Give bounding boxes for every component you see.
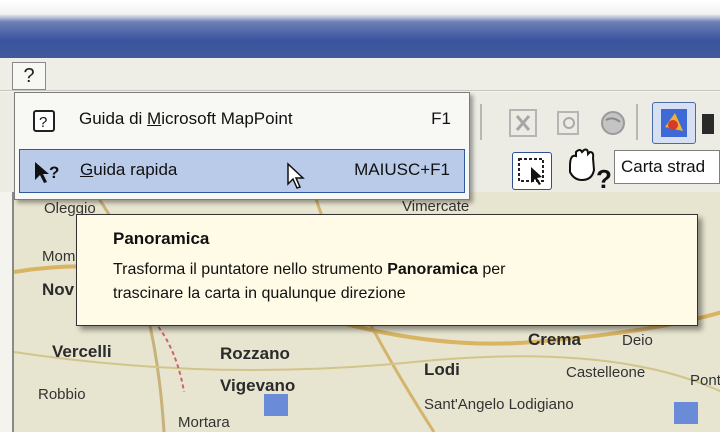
help-menu-button[interactable]: ?: [12, 62, 46, 90]
menu-item-mappoint-help[interactable]: ? Guida di Microsoft MapPoint F1: [19, 99, 465, 143]
map-place-label: Sant'Angelo Lodigiano: [424, 396, 574, 413]
tooltip-title: Panoramica: [113, 229, 210, 248]
window-title-bar: [0, 0, 720, 58]
map-place-label: Vigevano: [220, 376, 296, 395]
menu-item-shortcut: MAIUSC+F1: [354, 160, 450, 179]
mappoint-icon[interactable]: [652, 102, 696, 144]
map-place-label: Crema: [528, 330, 581, 349]
svg-text:?: ?: [39, 114, 47, 131]
toolbar-separator: [636, 104, 638, 140]
tooltip-panoramica: Panoramica Trasforma il puntatore nello …: [76, 214, 698, 326]
select-tool-icon[interactable]: [512, 152, 552, 190]
tooltip-line-2: trascinare la carta in qualunque direzio…: [113, 285, 406, 302]
map-place-label: Mortara: [178, 414, 230, 431]
copy-icon[interactable]: [552, 106, 586, 140]
help-menu-dropdown: ? Guida di Microsoft MapPoint F1 ? Guida…: [14, 92, 470, 200]
svg-text:?: ?: [49, 163, 59, 182]
map-place-label: Mom: [42, 248, 76, 265]
globe-icon[interactable]: [596, 106, 630, 140]
whats-this-icon: ?: [32, 160, 60, 186]
svg-text:?: ?: [596, 164, 612, 192]
map-place-label: Vercelli: [52, 342, 112, 361]
map-place-label: Vimercate: [402, 198, 470, 215]
map-place-label: Robbio: [38, 386, 86, 403]
cut-icon[interactable]: [506, 106, 540, 140]
menu-item-label: Guida rapida: [80, 160, 178, 179]
map-place-label: Deio: [622, 332, 653, 349]
map-place-label: Nov: [42, 280, 75, 299]
toolbar-separator: [480, 104, 482, 140]
map-place-label: Pont: [690, 372, 720, 389]
tooltip-line-1: Trasforma il puntatore nello strumento P…: [113, 261, 506, 278]
map-place-label: Rozzano: [220, 344, 290, 363]
map-place-label: Castelleone: [566, 364, 646, 381]
map-place-label: Lodi: [424, 360, 460, 379]
menu-bar: [0, 58, 720, 91]
menu-item-shortcut: F1: [431, 109, 451, 128]
menu-item-label: Guida di Microsoft MapPoint: [79, 109, 293, 128]
pan-tool-icon[interactable]: ?: [560, 146, 614, 194]
menu-item-quick-help[interactable]: ? Guida rapida MAIUSC+F1: [19, 149, 465, 193]
mouse-pointer-icon: [286, 162, 308, 197]
map-style-select[interactable]: Carta strad: [614, 150, 720, 184]
more-icon[interactable]: [700, 110, 720, 144]
help-book-icon: ?: [31, 109, 59, 135]
